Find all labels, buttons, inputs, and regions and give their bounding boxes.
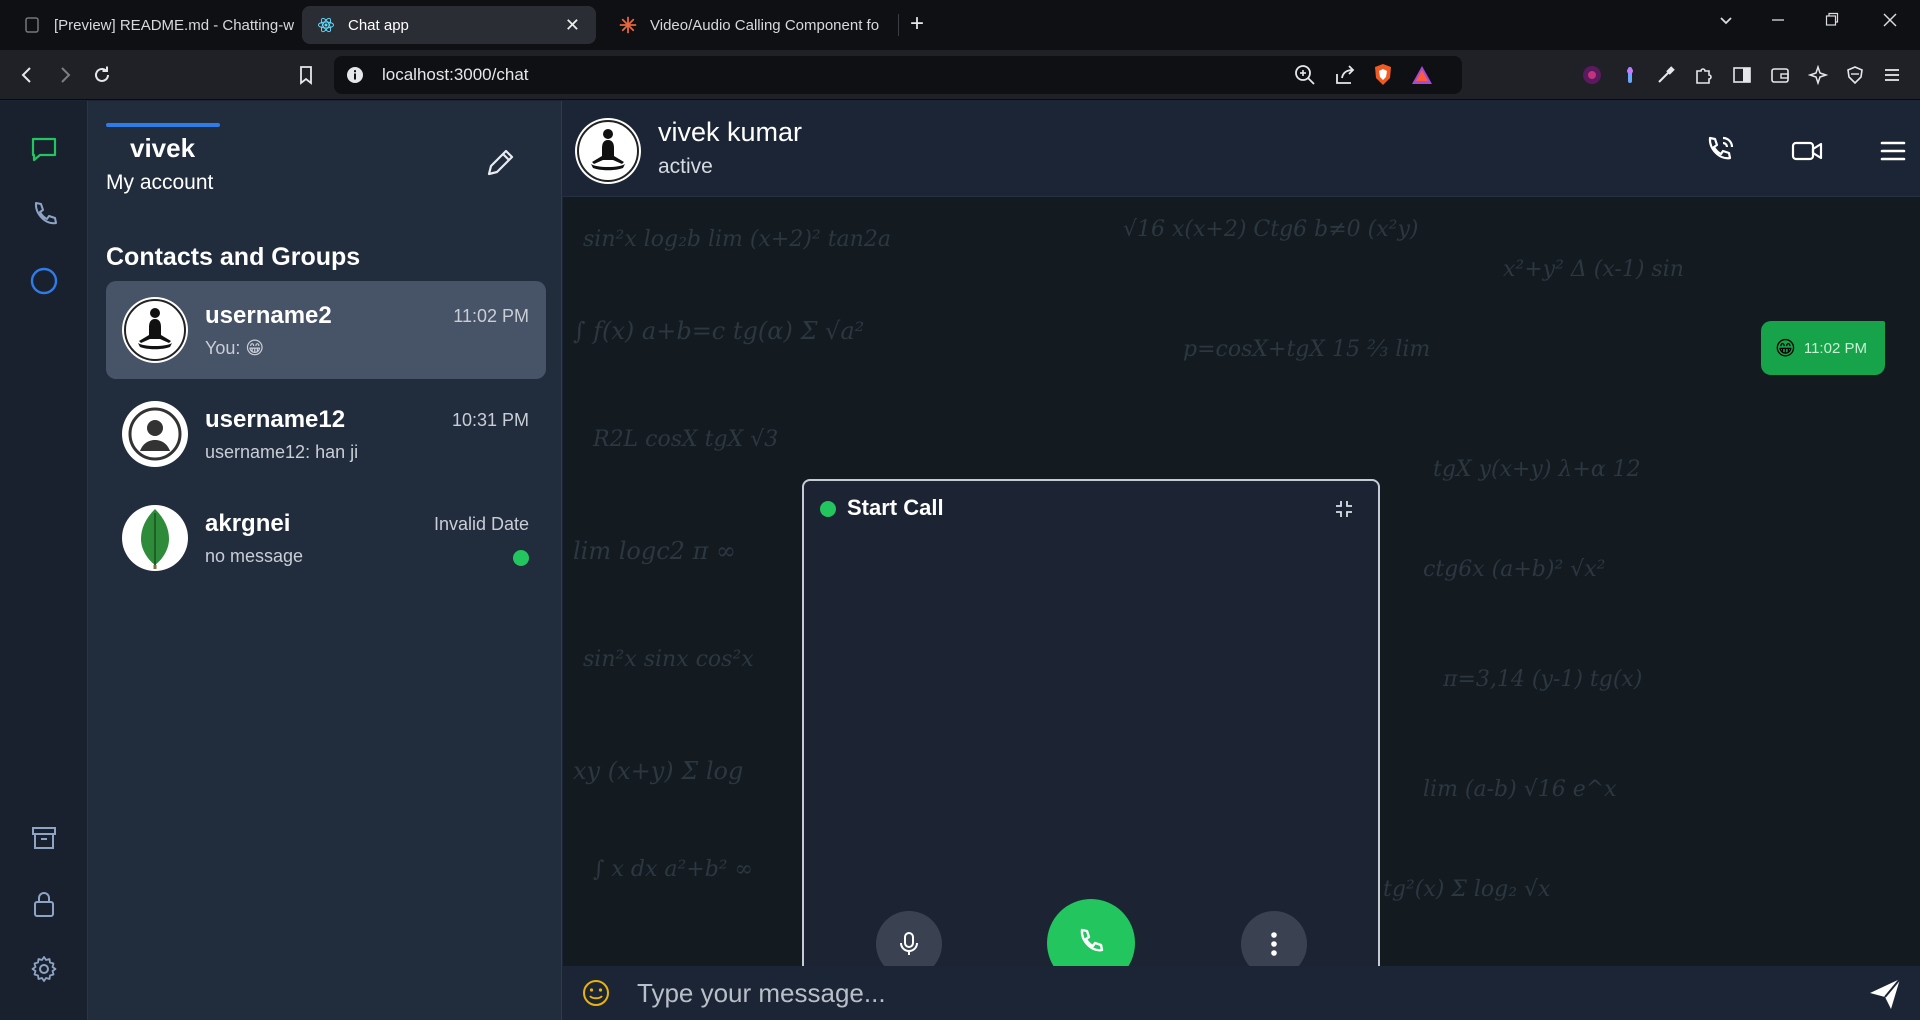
wallet-icon[interactable]: [1768, 63, 1792, 87]
react-icon: [316, 15, 336, 35]
site-info-icon[interactable]: [346, 66, 364, 89]
contact-preview: no message: [205, 546, 304, 566]
contact-preview: You: 😁: [205, 338, 265, 358]
tab-label: Video/Audio Calling Component fo: [650, 16, 880, 34]
leo-ai-icon[interactable]: [1806, 63, 1830, 87]
leaf-avatar: [122, 505, 188, 571]
sidebar-toggle-icon[interactable]: [1730, 63, 1754, 87]
chat-header: vivek kumar active: [563, 101, 1920, 197]
contacts-section-title: Contacts and Groups: [106, 243, 361, 271]
account-tab-indicator: [106, 123, 220, 127]
message-composer: [563, 966, 1920, 1020]
zoom-icon[interactable]: [1294, 64, 1316, 91]
browser-tab-bar: [Preview] README.md - Chatting-w Chat ap…: [0, 0, 1920, 50]
url-text: localhost:3000/chat: [382, 65, 529, 84]
call-title: Start Call: [847, 495, 944, 520]
contacts-sidebar: vivek My account Contacts and Groups use…: [88, 101, 562, 1020]
eyedropper-icon[interactable]: [1654, 63, 1678, 87]
tab-video-audio[interactable]: Video/Audio Calling Component fo: [604, 6, 892, 44]
chat-menu-button[interactable]: [1871, 129, 1915, 173]
brave-shield-icon[interactable]: [1372, 63, 1394, 92]
status-nav-button[interactable]: [22, 259, 66, 303]
emoji-icon[interactable]: [576, 973, 616, 1013]
more-options-button[interactable]: [1241, 911, 1307, 966]
call-modal: Start Call: [802, 479, 1380, 966]
chat-panel: vivek kumar active sin²x log₂b lim (x+2)…: [563, 101, 1920, 1020]
contact-preview: username12: han ji: [205, 442, 359, 462]
default-user-avatar: [122, 401, 188, 467]
voice-call-button[interactable]: [1697, 129, 1741, 173]
start-call-button[interactable]: [1047, 899, 1135, 966]
contact-time: 10:31 PM: [451, 410, 529, 430]
account-name: vivek: [130, 133, 196, 163]
nav-rail: [0, 101, 88, 1020]
extension-icon[interactable]: [1580, 63, 1604, 87]
vpn-shield-icon[interactable]: [1843, 63, 1867, 87]
microphone-button[interactable]: [876, 911, 942, 966]
reload-icon[interactable]: [89, 62, 115, 88]
close-window-icon[interactable]: [1878, 12, 1902, 33]
extension-icon[interactable]: [1618, 63, 1642, 87]
chat-app: vivek My account Contacts and Groups use…: [0, 101, 1920, 1020]
meditation-avatar: [122, 297, 188, 363]
brave-rewards-icon[interactable]: [1410, 64, 1434, 91]
menu-icon[interactable]: [1880, 63, 1904, 87]
edit-icon[interactable]: [478, 141, 522, 185]
online-status-dot: [513, 550, 529, 566]
minimize-icon[interactable]: [1766, 12, 1790, 33]
archive-nav-button[interactable]: [22, 816, 66, 860]
puzzle-icon[interactable]: [1692, 63, 1716, 87]
browser-toolbar: localhost:3000/chat: [0, 50, 1920, 100]
contact-name: akrgnei: [205, 510, 291, 537]
meditation-avatar[interactable]: [575, 118, 641, 184]
address-bar[interactable]: localhost:3000/chat: [334, 56, 1462, 94]
tab-divider: [898, 14, 899, 36]
tab-readme-preview[interactable]: [Preview] README.md - Chatting-w: [8, 6, 296, 44]
lock-nav-button[interactable]: [22, 882, 66, 926]
bookmark-icon[interactable]: [293, 62, 319, 88]
call-status-dot: [820, 501, 836, 517]
contact-item[interactable]: username12 10:31 PM username12: han ji: [106, 385, 546, 483]
tab-label: [Preview] README.md - Chatting-w: [54, 16, 295, 34]
contact-name: username2: [205, 302, 332, 329]
share-icon[interactable]: [1334, 64, 1356, 91]
message-input[interactable]: [637, 971, 1817, 1015]
contact-item[interactable]: username2 11:02 PM You: 😁: [106, 281, 546, 379]
settings-nav-button[interactable]: [22, 947, 66, 991]
chat-messages-area: sin²x log₂b lim (x+2)² tan2a √16 x(x+2) …: [563, 197, 1920, 966]
outgoing-message[interactable]: 😁 11:02 PM: [1761, 321, 1885, 375]
forward-icon[interactable]: [52, 62, 78, 88]
close-tab-icon[interactable]: ✕: [565, 15, 580, 36]
tab-label: Chat app: [348, 16, 409, 34]
send-icon[interactable]: [1863, 972, 1907, 1016]
back-icon[interactable]: [14, 62, 40, 88]
chat-contact-name: vivek kumar: [658, 117, 803, 147]
account-subtitle[interactable]: My account: [106, 171, 213, 195]
contact-name: username12: [205, 406, 346, 433]
collapse-icon[interactable]: [1330, 495, 1358, 523]
contact-item[interactable]: akrgnei Invalid Date no message: [106, 489, 546, 587]
chats-nav-button[interactable]: [22, 127, 66, 171]
message-time: 11:02 PM: [1803, 339, 1867, 357]
contact-time: Invalid Date: [433, 514, 529, 534]
contact-time: 11:02 PM: [453, 306, 529, 326]
restore-icon[interactable]: [1820, 12, 1844, 33]
new-tab-icon[interactable]: +: [910, 10, 924, 38]
chat-contact-status: active: [658, 155, 713, 178]
tab-chat-app[interactable]: Chat app ✕: [302, 6, 596, 44]
video-call-button[interactable]: [1785, 129, 1829, 173]
tab-list-chevron-icon[interactable]: [1714, 12, 1738, 33]
file-icon: [22, 15, 42, 35]
message-text: 😁: [1775, 337, 1796, 360]
calls-nav-button[interactable]: [22, 193, 66, 237]
spark-icon: [618, 15, 638, 35]
